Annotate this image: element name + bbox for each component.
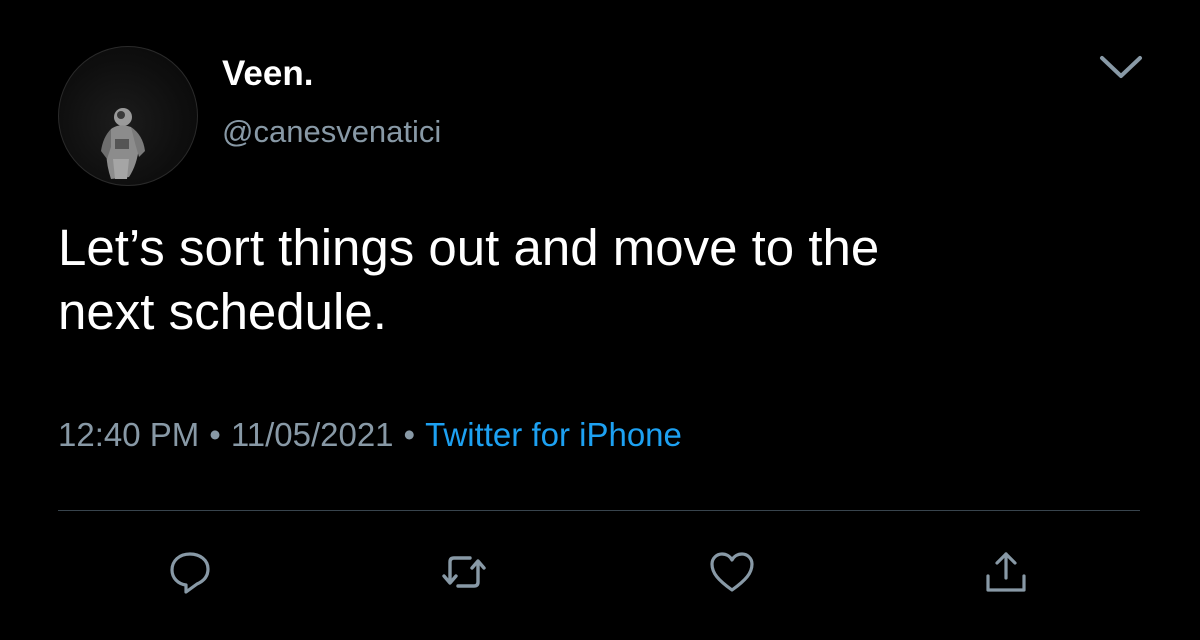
share-icon xyxy=(986,552,1026,592)
retweet-button[interactable] xyxy=(440,548,488,596)
like-button[interactable] xyxy=(708,548,756,596)
tweet-date[interactable]: 11/05/2021 xyxy=(231,416,394,453)
tweet-text-line-2: next schedule. xyxy=(58,283,387,340)
reply-button[interactable] xyxy=(166,548,214,596)
tweet-meta: 12:40 PM • 11/05/2021 • Twitter for iPhone xyxy=(58,416,682,454)
tweet-text-line-1: Let’s sort things out and move to the xyxy=(58,219,880,276)
tweet-source-link[interactable]: Twitter for iPhone xyxy=(425,416,682,453)
divider xyxy=(58,510,1140,511)
share-button[interactable] xyxy=(982,548,1030,596)
avatar[interactable] xyxy=(58,46,198,186)
tweet-text: Let’s sort things out and move to the ne… xyxy=(58,216,1138,344)
retweet-icon xyxy=(442,556,486,588)
meta-separator: • xyxy=(209,416,221,453)
heart-icon xyxy=(710,552,754,592)
user-handle[interactable]: @canesvenatici xyxy=(222,114,441,150)
reply-icon xyxy=(170,552,210,594)
astronaut-avatar-image xyxy=(101,108,145,179)
tweet-card: Veen. @canesvenatici Let’s sort things o… xyxy=(0,0,1200,640)
meta-separator: • xyxy=(403,416,416,453)
chevron-down-icon[interactable] xyxy=(1098,52,1144,82)
display-name[interactable]: Veen. xyxy=(222,54,313,94)
tweet-time[interactable]: 12:40 PM xyxy=(58,416,199,453)
